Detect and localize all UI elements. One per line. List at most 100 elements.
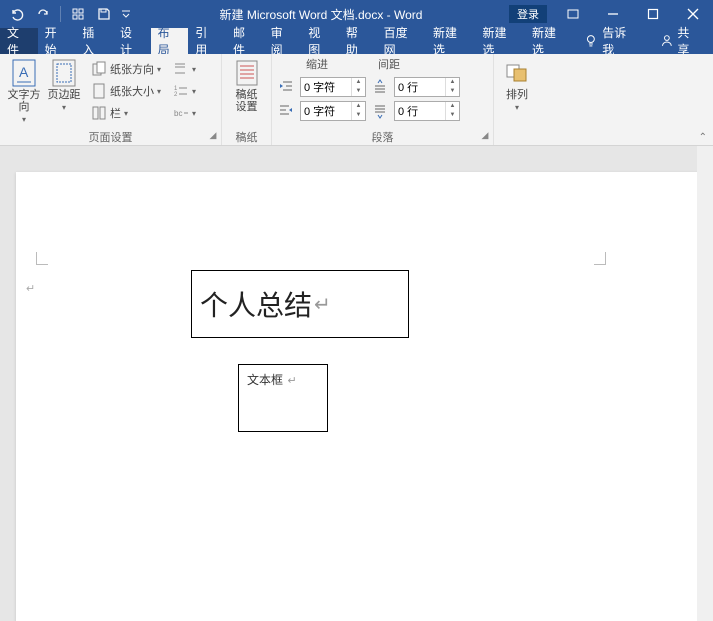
gaozhi-label: 稿纸 设置 [236, 89, 258, 113]
arrange-button[interactable]: 排列 ▾ [498, 57, 536, 114]
save-button[interactable] [93, 3, 115, 25]
tab-design[interactable]: 设计 [113, 28, 151, 54]
gaozhi-button[interactable]: 稿纸 设置 [226, 57, 267, 115]
hyphenation-icon: bc [173, 105, 189, 121]
text-direction-label: 文字方向 [6, 89, 42, 113]
spacing-after-input[interactable] [395, 105, 445, 117]
paragraph-mark-icon: ↵ [26, 282, 35, 295]
spin-down[interactable]: ▼ [351, 87, 365, 96]
spin-up[interactable]: ▲ [351, 102, 365, 111]
margin-corner-mark [594, 264, 606, 265]
indent-left-icon [276, 77, 296, 97]
spacing-before-input[interactable] [395, 81, 445, 93]
spin-up[interactable]: ▲ [351, 78, 365, 87]
collapse-ribbon-button[interactable]: ⌃ [699, 132, 707, 143]
gaozhi-group-label: 稿纸 [236, 132, 258, 144]
vertical-scrollbar[interactable] [697, 146, 713, 621]
maximize-button[interactable] [633, 0, 673, 28]
indent-right-spinner[interactable]: ▲▼ [300, 101, 366, 121]
margins-icon [50, 59, 78, 87]
tab-references[interactable]: 引用 [188, 28, 226, 54]
size-label: 纸张大小 [110, 83, 154, 99]
share-label: 共享 [677, 24, 701, 58]
tab-mailings[interactable]: 邮件 [226, 28, 264, 54]
qat-customize-button[interactable] [119, 3, 133, 25]
spin-up[interactable]: ▲ [445, 102, 459, 111]
ribbon-tabs: 文件 开始 插入 设计 布局 引用 邮件 审阅 视图 帮助 百度网 新建选 新建… [0, 28, 713, 54]
margin-corner-mark [36, 264, 48, 265]
tab-review[interactable]: 审阅 [264, 28, 302, 54]
tab-help[interactable]: 帮助 [339, 28, 377, 54]
text-direction-button[interactable]: A 文字方向 ▾ [4, 57, 44, 126]
spacing-before-spinner[interactable]: ▲▼ [394, 77, 460, 97]
text-direction-icon: A [10, 59, 38, 87]
lightbulb-icon [584, 34, 598, 48]
spacing-header: 间距 [378, 56, 400, 72]
indent-right-input[interactable] [301, 105, 351, 117]
spin-down[interactable]: ▼ [351, 111, 365, 120]
window-title: 新建 Microsoft Word 文档.docx - Word [139, 6, 503, 23]
orientation-label: 纸张方向 [110, 61, 154, 77]
spacing-before-icon [370, 77, 390, 97]
share-button[interactable]: 共享 [648, 28, 713, 54]
line-numbers-button[interactable]: 12▾ [170, 81, 199, 101]
person-icon [660, 34, 674, 48]
document-area: ↵ 个人总结 ↵ 文本框 ↵ [0, 164, 713, 621]
text-box-title[interactable]: 个人总结 ↵ [191, 270, 409, 338]
orientation-button[interactable]: 纸张方向▾ [88, 59, 164, 79]
margin-corner-mark [605, 252, 606, 264]
tab-addin-2[interactable]: 新建选 [476, 28, 525, 54]
paragraph-group-label: 段落 [372, 132, 394, 144]
login-button[interactable]: 登录 [509, 5, 547, 23]
touch-mode-button[interactable] [67, 3, 89, 25]
undo-button[interactable] [6, 3, 28, 25]
tab-addin-1[interactable]: 新建选 [426, 28, 475, 54]
page-setup-dialog-launcher[interactable]: ◢ [207, 130, 219, 142]
tab-addin-3[interactable]: 新建选 [525, 28, 574, 54]
spin-down[interactable]: ▼ [445, 87, 459, 96]
tab-layout[interactable]: 布局 [151, 28, 189, 54]
margin-corner-mark [36, 252, 37, 264]
tell-me-button[interactable]: 告诉我 [574, 28, 647, 54]
text-box-title-content: 个人总结 [200, 284, 312, 324]
svg-text:bc: bc [174, 109, 182, 118]
hyphenation-button[interactable]: bc▾ [170, 103, 199, 123]
tab-file[interactable]: 文件 [0, 28, 38, 54]
quick-access-toolbar [0, 0, 139, 28]
spacing-after-icon [370, 101, 390, 121]
svg-text:A: A [19, 64, 29, 80]
columns-icon [91, 105, 107, 121]
return-mark-icon: ↵ [314, 292, 331, 317]
tell-me-label: 告诉我 [602, 24, 637, 58]
indent-right-icon [276, 101, 296, 121]
page[interactable]: ↵ 个人总结 ↵ 文本框 ↵ [16, 172, 706, 621]
paragraph-dialog-launcher[interactable]: ◢ [479, 130, 491, 142]
line-numbers-icon: 12 [173, 83, 189, 99]
svg-text:2: 2 [174, 92, 178, 98]
gaozhi-icon [233, 59, 261, 87]
indent-left-input[interactable] [301, 81, 351, 93]
ribbon: A 文字方向 ▾ 页边距 ▾ 纸张方向▾ 纸张大小▾ [0, 54, 713, 146]
margins-label: 页边距 [48, 89, 81, 101]
tab-insert[interactable]: 插入 [75, 28, 113, 54]
tab-view[interactable]: 视图 [301, 28, 339, 54]
text-box-small-content: 文本框 [247, 373, 283, 387]
spacing-after-spinner[interactable]: ▲▼ [394, 101, 460, 121]
text-box-small[interactable]: 文本框 ↵ [238, 364, 328, 432]
redo-button[interactable] [32, 3, 54, 25]
columns-button[interactable]: 栏▾ [88, 103, 164, 123]
size-icon [91, 83, 107, 99]
margins-button[interactable]: 页边距 ▾ [44, 57, 84, 114]
tab-baidu[interactable]: 百度网 [377, 28, 426, 54]
indent-header: 缩进 [306, 56, 328, 72]
tab-home[interactable]: 开始 [38, 28, 76, 54]
breaks-button[interactable]: ▾ [170, 59, 199, 79]
page-setup-group-label: 页面设置 [89, 132, 133, 144]
orientation-icon [91, 61, 107, 77]
indent-left-spinner[interactable]: ▲▼ [300, 77, 366, 97]
spin-up[interactable]: ▲ [445, 78, 459, 87]
arrange-label: 排列 [506, 89, 528, 101]
columns-label: 栏 [110, 105, 121, 121]
spin-down[interactable]: ▼ [445, 111, 459, 120]
size-button[interactable]: 纸张大小▾ [88, 81, 164, 101]
